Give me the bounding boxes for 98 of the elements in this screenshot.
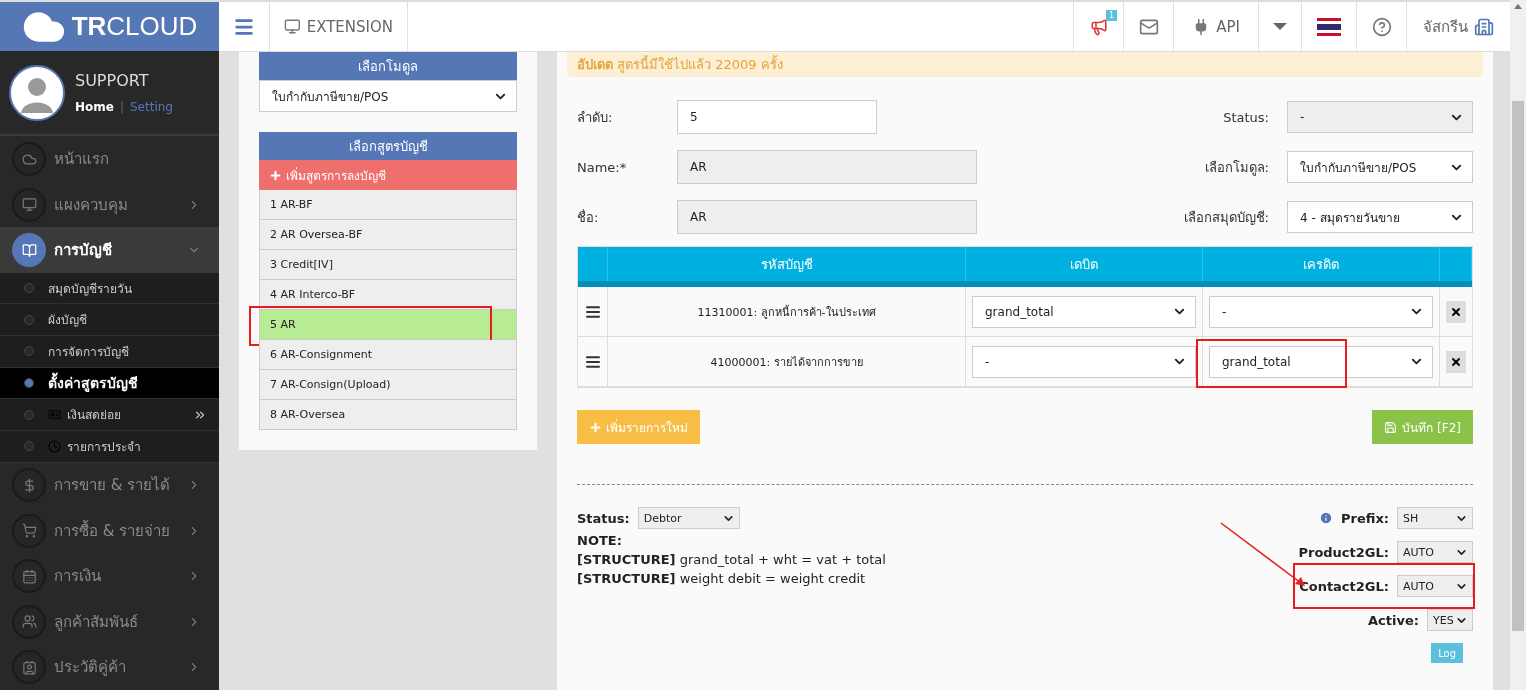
users-icon	[21, 614, 37, 630]
select-field[interactable]: AUTO	[1397, 541, 1473, 563]
sidebar-item[interactable]: การเงิน	[0, 553, 219, 600]
avatar	[9, 64, 65, 121]
formula-item[interactable]: 3 Credit[IV]	[259, 250, 517, 280]
select-field[interactable]: -	[1209, 295, 1433, 328]
timeline-dot	[24, 314, 34, 325]
select-field[interactable]: YES	[1427, 609, 1473, 631]
sidebar-item[interactable]: ลูกค้าสัมพันธ์	[0, 599, 219, 645]
panel-title: เลือกโมดูล	[259, 52, 517, 80]
scrollbar[interactable]	[1510, 0, 1526, 690]
field-label: ลำดับ:	[577, 108, 614, 127]
save-icon	[1384, 420, 1398, 434]
building-icon	[1474, 16, 1494, 37]
field-label: เลือกโมดูล:	[1203, 158, 1270, 178]
select-field[interactable]: ใบกำกับภาษีขาย/POS	[259, 80, 517, 112]
select-field[interactable]: Debtor	[637, 507, 740, 529]
submenu-item[interactable]: รายการประจำ	[0, 431, 219, 463]
field-label: Prefix:	[1341, 510, 1389, 526]
id-card-icon	[48, 408, 61, 422]
note-text: [STRUCTURE] grand_total + wht = vat + total	[577, 552, 886, 567]
plus-icon	[269, 168, 282, 182]
select-field[interactable]: SH	[1397, 507, 1473, 529]
logo[interactable]: TRCLOUD	[0, 0, 219, 52]
field-label: เลือกสมุดบัญชี:	[1182, 208, 1270, 228]
select-field[interactable]: ใบกำกับภาษีขาย/POS	[1287, 151, 1473, 183]
contact-card-icon	[21, 659, 37, 675]
note-text: [STRUCTURE] weight debit = weight credit	[577, 571, 867, 586]
separator: |	[119, 99, 124, 114]
formula-item[interactable]: 1 AR-BF	[259, 190, 517, 220]
plus-icon	[589, 420, 602, 434]
drag-handle-icon[interactable]	[584, 353, 601, 370]
input-field[interactable]: 5	[677, 100, 877, 134]
field-label: Status:	[577, 510, 630, 526]
delete-button[interactable]	[1446, 300, 1466, 323]
calendar-icon	[21, 568, 37, 584]
formula-item[interactable]: 5 AR	[259, 310, 517, 340]
table-cell-text: 41000001: รายได้จากการขาย	[710, 354, 863, 371]
formula-item[interactable]: 4 AR Interco-BF	[259, 280, 517, 310]
field-label: Contact2GL:	[1299, 578, 1389, 594]
help-icon[interactable]	[1371, 16, 1392, 37]
field-label: Product2GL:	[1298, 544, 1389, 560]
profile-link[interactable]: Home	[75, 99, 114, 114]
sidebar-item[interactable]: แผงควบคุม	[0, 181, 219, 228]
timeline-dot	[24, 441, 34, 452]
submenu-item[interactable]: ตั้งค่าสูตรบัญชี	[0, 367, 219, 400]
cart-icon	[21, 523, 37, 539]
formula-item[interactable]: 6 AR-Consignment	[259, 340, 517, 370]
monitor-icon	[284, 18, 301, 35]
delete-button[interactable]	[1446, 350, 1466, 373]
timeline-dot	[24, 283, 34, 294]
user-name: SUPPORT	[75, 70, 150, 90]
info-icon[interactable]	[1319, 511, 1333, 525]
extension-tab[interactable]: EXTENSION	[270, 2, 408, 51]
select-field[interactable]: -	[972, 345, 1196, 378]
notification-badge: 1	[1105, 10, 1117, 21]
formula-item[interactable]: 2 AR Oversea-BF	[259, 220, 517, 250]
table-cell-text: 11310001: ลูกหนี้การค้า-ในประเทศ	[697, 304, 876, 321]
field-label: Status:	[1222, 109, 1270, 125]
monitor-icon	[21, 197, 37, 213]
field-label: ชื่อ:	[577, 208, 600, 227]
close-icon	[1450, 305, 1462, 318]
sidebar-item[interactable]: การบัญชี	[0, 227, 219, 273]
column-header: เครดิต	[1203, 247, 1440, 281]
company-name[interactable]: จัสกรีน	[1423, 14, 1468, 39]
api-button[interactable]: API	[1174, 2, 1259, 51]
sidebar-item[interactable]: การซื้อ & รายจ่าย	[0, 508, 219, 554]
submenu-item[interactable]: เงินสดย่อย	[0, 399, 219, 432]
column-header: เดบิต	[966, 247, 1203, 281]
caret-icon[interactable]	[1273, 23, 1287, 30]
note-title: NOTE:	[577, 533, 623, 548]
sidebar-item[interactable]: ประวัติคู่ค้า	[0, 644, 219, 690]
cloud-icon	[21, 151, 37, 167]
field-label: Name:*	[577, 159, 628, 175]
submenu-item[interactable]: การจัดการบัญชี	[0, 336, 219, 368]
timeline-dot	[24, 409, 34, 420]
timeline-dot	[24, 378, 34, 389]
megaphone-icon[interactable]	[1089, 17, 1108, 36]
submenu-item[interactable]: ผังบัญชี	[0, 304, 219, 337]
select-field[interactable]: grand_total	[1209, 345, 1433, 378]
column-header: รหัสบัญชี	[608, 247, 966, 281]
formula-item[interactable]: 7 AR-Consign(Upload)	[259, 370, 517, 400]
flag-icon[interactable]	[1317, 17, 1341, 36]
sidebar-item[interactable]: หน้าแรก	[0, 136, 219, 182]
usage-banner: อัปเดต สูตรนี้มีใช้ไปแล้ว 22009 ครั้ง	[567, 52, 1483, 77]
select-field[interactable]: grand_total	[972, 295, 1196, 328]
submenu-item[interactable]: สมุดบัญชีรายวัน	[0, 272, 219, 305]
timeline-dot	[24, 346, 34, 357]
drag-handle-icon[interactable]	[584, 303, 601, 320]
close-icon	[1450, 355, 1462, 368]
select-field[interactable]: 4 - สมุดรายวันขาย	[1287, 201, 1473, 233]
sidebar-item[interactable]: การขาย & รายได้	[0, 462, 219, 509]
book-icon	[21, 242, 37, 258]
panel-title: เลือกสูตรบัญชี	[259, 132, 517, 160]
field-label: Active:	[1368, 612, 1419, 628]
clock-icon	[48, 439, 61, 453]
select-field[interactable]: AUTO	[1397, 575, 1473, 597]
formula-item[interactable]: 8 AR-Oversea	[259, 400, 517, 430]
